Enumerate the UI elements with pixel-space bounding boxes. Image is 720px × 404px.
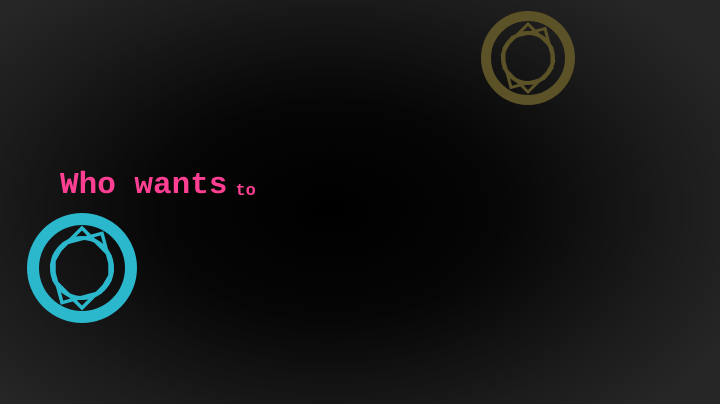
caption-trailing-text: to bbox=[235, 182, 256, 201]
animated-title-scene: Who wants to bbox=[0, 0, 720, 404]
olive-ring-icon bbox=[481, 11, 575, 105]
cyan-ring-icon bbox=[27, 213, 137, 323]
caption-main-text: Who wants bbox=[60, 168, 228, 203]
animated-caption: Who wants to bbox=[60, 168, 256, 203]
